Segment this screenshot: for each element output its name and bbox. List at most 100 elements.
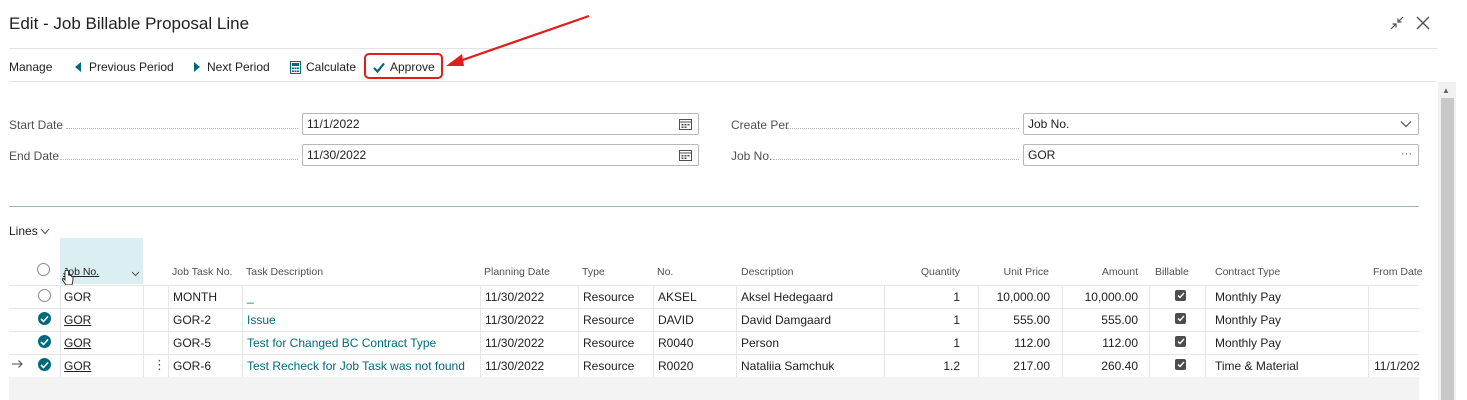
col-header-description[interactable]: Description [741, 266, 794, 278]
job-no-dots [773, 159, 1019, 160]
col-header-no[interactable]: No. [657, 266, 673, 278]
column-separator [480, 354, 481, 377]
column-separator [168, 308, 169, 331]
close-icon[interactable] [1412, 12, 1434, 34]
cell-task-description[interactable]: Issue [247, 313, 276, 327]
cell-task-description[interactable]: Test Recheck for Job Task was not found [247, 359, 465, 373]
cell-job-no[interactable]: GOR [64, 336, 91, 350]
column-separator [978, 331, 979, 354]
column-separator [978, 308, 979, 331]
triangle-left-icon [75, 62, 82, 72]
column-separator [60, 331, 61, 354]
cell-no: R0020 [658, 359, 694, 373]
end-date-value: 11/30/2022 [307, 148, 367, 162]
billable-checkbox[interactable] [1175, 290, 1186, 301]
next-period-button[interactable]: Next Period [193, 58, 270, 76]
cell-job-no[interactable]: GOR [64, 359, 91, 373]
column-separator [736, 354, 737, 377]
approve-highlight-box [364, 53, 443, 79]
checkmark-icon [40, 315, 49, 323]
col-header-job-task-no[interactable]: Job Task No. [172, 266, 233, 278]
column-separator [1149, 331, 1150, 354]
column-separator [242, 285, 243, 308]
col-header-from-date[interactable]: From Date [1373, 266, 1423, 278]
row-select-radio[interactable] [38, 312, 51, 325]
column-separator [60, 354, 61, 377]
cell-job-task-no: GOR-5 [173, 336, 212, 350]
collapse-icon[interactable] [1386, 12, 1408, 34]
column-separator [143, 285, 144, 308]
job-no-field[interactable]: GOR ··· [1023, 144, 1419, 166]
action-divider [9, 81, 1437, 82]
scroll-up-icon[interactable]: ▲ [1442, 86, 1450, 95]
select-all-radio[interactable] [37, 263, 50, 276]
calculate-button[interactable]: Calculate [290, 58, 356, 76]
cell-amount: 10,000.00 [1084, 290, 1138, 304]
calculator-icon [290, 60, 301, 74]
table-row[interactable]: GOR GOR-5 Test for Changed BC Contract Typ… [9, 331, 1419, 354]
checkmark-icon [40, 338, 49, 346]
create-per-value: Job No. [1028, 117, 1070, 131]
col-header-unit-price[interactable]: Unit Price [990, 266, 1049, 278]
billable-checkbox[interactable] [1175, 313, 1186, 324]
cell-contract-type: Time & Material [1215, 359, 1299, 373]
cell-contract-type: Monthly Pay [1215, 290, 1282, 304]
lines-toggle[interactable]: Lines [9, 224, 50, 238]
billable-checkbox[interactable] [1175, 359, 1186, 370]
cell-contract-type: Monthly Pay [1215, 313, 1282, 327]
row-select-radio[interactable] [38, 335, 51, 348]
end-date-label: End Date [9, 149, 60, 163]
chevron-down-icon[interactable] [1400, 117, 1412, 131]
col-header-billable[interactable]: Billable [1155, 266, 1189, 278]
col-header-type[interactable]: Type [582, 266, 605, 278]
col-header-task-description[interactable]: Task Description [246, 266, 323, 278]
row-more-options-icon[interactable]: ⋮ [153, 358, 166, 371]
column-separator [1368, 285, 1369, 308]
cell-task-description[interactable]: _ [247, 290, 254, 304]
column-separator [143, 331, 144, 354]
lookup-ellipsis-icon[interactable]: ··· [1401, 147, 1412, 161]
end-date-field[interactable]: 11/30/2022 [302, 144, 699, 166]
column-separator [736, 285, 737, 308]
row-select-radio[interactable] [38, 289, 51, 302]
column-separator [978, 354, 979, 377]
table-row-background [9, 285, 1419, 308]
cell-amount: 260.40 [1101, 359, 1138, 373]
table-row[interactable]: GOR MONTH _ 11/30/2022 Resource AKSEL Aksel He… [9, 285, 1419, 308]
column-separator [1368, 331, 1369, 354]
col-header-planning-date[interactable]: Planning Date [484, 266, 550, 278]
previous-period-button[interactable]: Previous Period [75, 58, 174, 76]
cell-unit-price: 112.00 [1014, 336, 1050, 350]
column-separator [168, 331, 169, 354]
create-per-select[interactable]: Job No. [1023, 113, 1419, 135]
table-row[interactable]: GOR GOR-2 Issue 11/30/2022 Resource DAVID Davi… [9, 308, 1419, 331]
column-separator [884, 354, 885, 377]
billable-checkbox[interactable] [1175, 336, 1186, 347]
calendar-icon[interactable] [679, 117, 692, 131]
col-header-contract-type[interactable]: Contract Type [1215, 266, 1280, 278]
start-date-value: 11/1/2022 [307, 117, 360, 131]
column-separator [1205, 331, 1206, 354]
cell-unit-price: 217.00 [1013, 359, 1050, 373]
cell-contract-type: Monthly Pay [1215, 336, 1282, 350]
column-separator [143, 308, 144, 331]
col-header-amount[interactable]: Amount [1078, 266, 1138, 278]
manage-button[interactable]: Manage [9, 58, 52, 76]
cell-job-no[interactable]: GOR [64, 290, 91, 304]
start-date-field[interactable]: 11/1/2022 [302, 113, 699, 135]
checkmark-icon [40, 361, 49, 369]
column-separator [1205, 354, 1206, 377]
col-header-quantity[interactable]: Quantity [900, 266, 960, 278]
job-no-value: GOR [1028, 148, 1056, 162]
table-row-background [9, 331, 1419, 354]
cell-no: R0040 [658, 336, 694, 350]
cell-job-no[interactable]: GOR [64, 313, 91, 327]
row-select-radio[interactable] [38, 358, 51, 371]
chevron-down-icon [40, 228, 50, 235]
scrollbar-thumb[interactable] [1441, 98, 1454, 400]
calendar-icon[interactable] [679, 148, 692, 162]
cell-job-task-no: MONTH [173, 290, 217, 304]
column-chevron-down-icon[interactable] [131, 266, 140, 280]
cell-task-description[interactable]: Test for Changed BC Contract Type [247, 336, 436, 350]
table-row[interactable]: ⋮ GOR GOR-6 Test Recheck for Job Task was n… [9, 354, 1420, 377]
